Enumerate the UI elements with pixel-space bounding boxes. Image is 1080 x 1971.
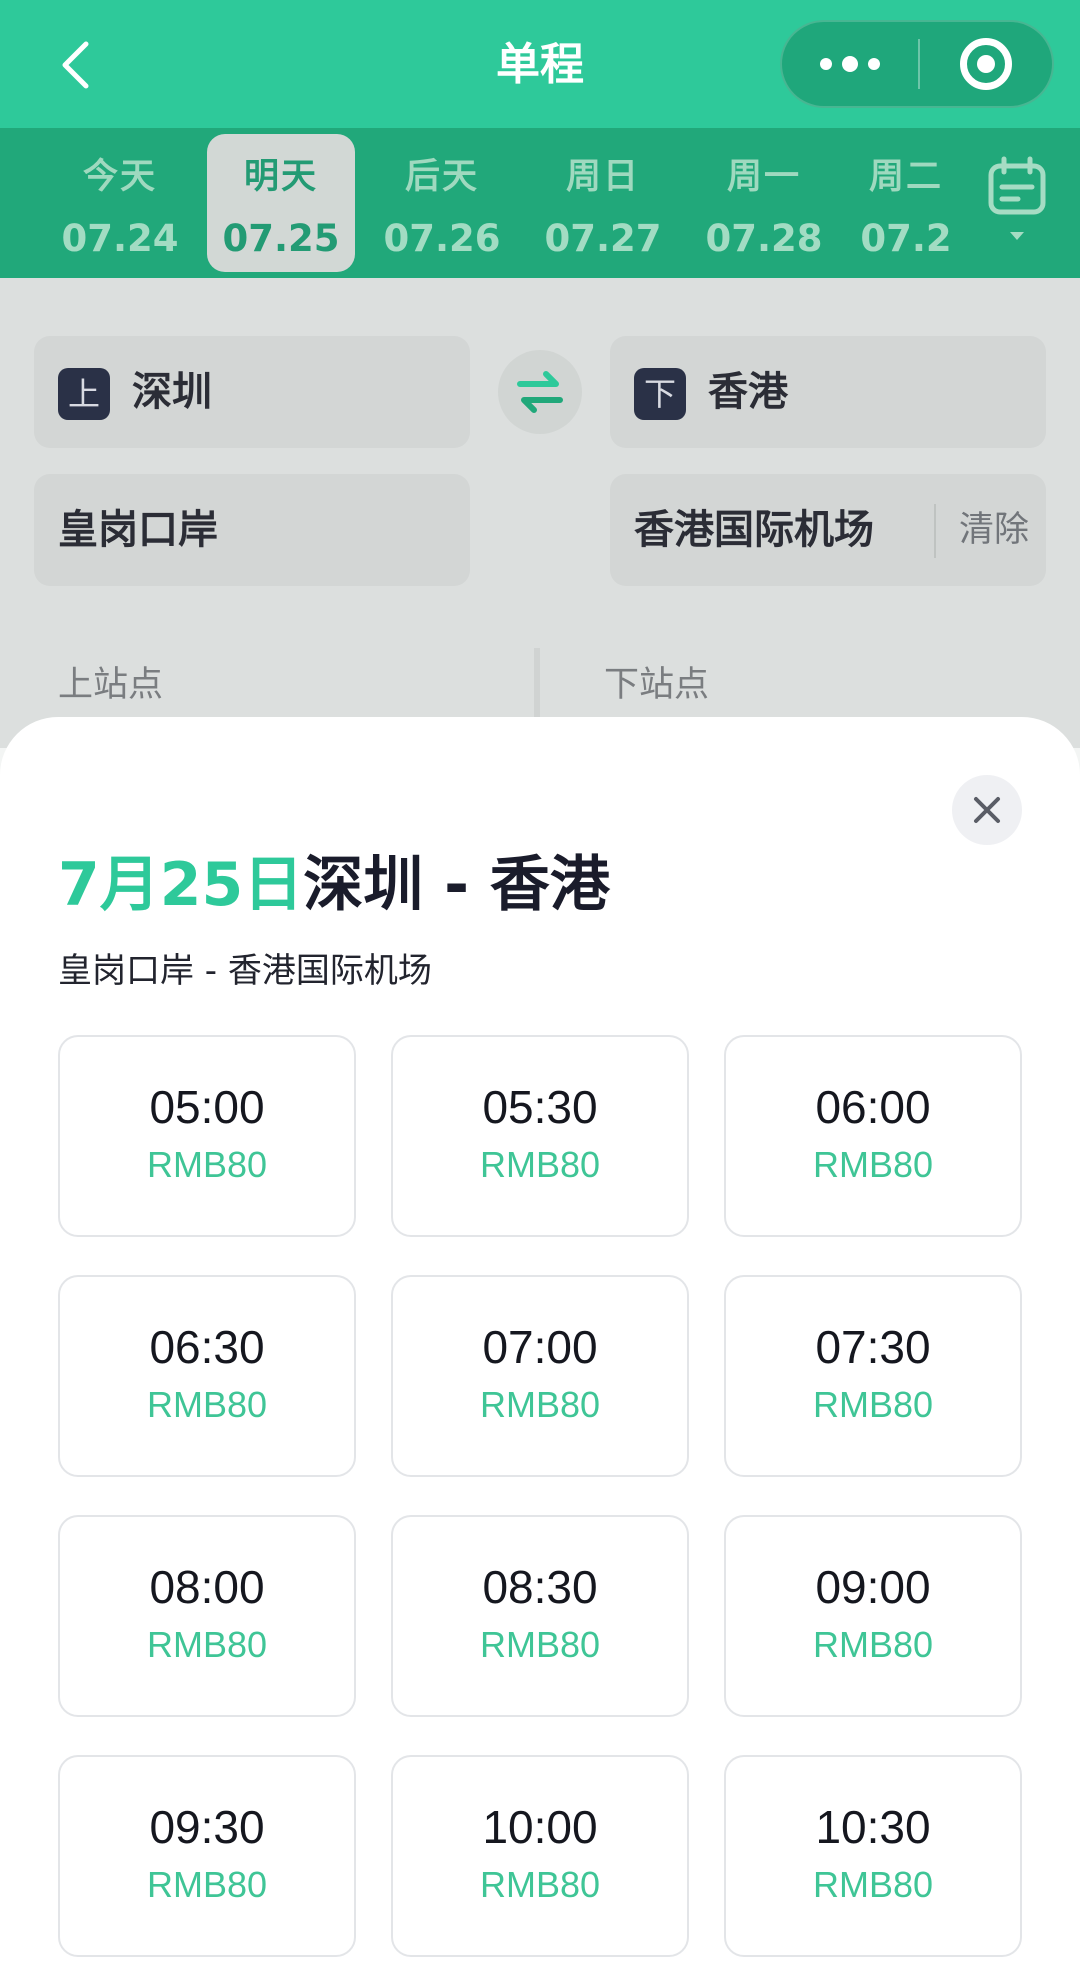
time-slot[interactable]: 06:00 RMB80 xyxy=(724,1035,1022,1237)
miniprogram-capsule xyxy=(780,20,1054,108)
slot-price: RMB80 xyxy=(479,1624,601,1665)
slot-time: 08:00 xyxy=(149,1561,265,1613)
clear-button[interactable]: 清除 xyxy=(946,474,1042,586)
close-icon xyxy=(974,797,1000,823)
sheet-subtitle: 皇岗口岸 - 香港国际机场 xyxy=(58,951,432,991)
date-tab[interactable]: 周日 07.27 xyxy=(529,134,677,272)
departure-station: 皇岗口岸 xyxy=(58,507,218,553)
sheet-close-button[interactable] xyxy=(952,775,1022,845)
slot-time: 05:00 xyxy=(149,1081,265,1133)
slot-price: RMB80 xyxy=(146,1864,268,1905)
time-slot[interactable]: 09:30 RMB80 xyxy=(58,1755,356,1957)
slot-time: 05:30 xyxy=(482,1081,598,1133)
slot-time: 08:30 xyxy=(482,1561,598,1613)
sheet-date: 7月25日 xyxy=(58,850,304,920)
date-tab-date: 07.24 xyxy=(61,217,179,260)
alighting-stop-label: 下站点 xyxy=(604,665,710,705)
slot-price: RMB80 xyxy=(479,1384,601,1425)
slot-price: RMB80 xyxy=(146,1144,268,1185)
slot-time: 09:00 xyxy=(815,1561,931,1613)
slot-price: RMB80 xyxy=(812,1864,934,1905)
target-icon xyxy=(960,38,1012,90)
date-tab-day: 周一 xyxy=(726,157,801,197)
date-tab-date: 07.27 xyxy=(544,217,662,260)
time-slot-sheet: 7月25日深圳 - 香港 皇岗口岸 - 香港国际机场 05:00 RMB80 05… xyxy=(0,717,1080,1971)
date-tab-selected[interactable]: 明天 07.25 xyxy=(207,134,355,272)
chevron-left-icon xyxy=(62,41,89,89)
arrival-tag: 下 xyxy=(634,368,686,420)
back-button[interactable] xyxy=(40,30,110,100)
more-icon xyxy=(820,58,832,70)
more-button[interactable] xyxy=(782,22,918,106)
more-icon-dot xyxy=(868,58,880,70)
route-form: 上 深圳 下 香港 皇岗口岸 香港国际机场 清除 上站点 下站点 xyxy=(0,278,1080,748)
arrival-city: 香港 xyxy=(708,369,788,415)
arrival-station: 香港国际机场 xyxy=(634,507,874,553)
close-miniprogram-button[interactable] xyxy=(920,22,1052,106)
slot-time: 07:00 xyxy=(482,1321,598,1373)
arrival-station-field[interactable]: 香港国际机场 清除 xyxy=(610,474,1046,586)
time-slot[interactable]: 10:00 RMB80 xyxy=(391,1755,689,1957)
calendar-icon xyxy=(988,156,1046,240)
time-slot[interactable]: 06:30 RMB80 xyxy=(58,1275,356,1477)
time-slot[interactable]: 05:30 RMB80 xyxy=(391,1035,689,1237)
departure-station-field[interactable]: 皇岗口岸 xyxy=(34,474,470,586)
slot-time: 10:00 xyxy=(482,1801,598,1853)
more-icon-dot xyxy=(842,56,858,72)
slot-price: RMB80 xyxy=(479,1864,601,1905)
nav-header: 单程 xyxy=(0,0,1080,128)
slot-time: 10:30 xyxy=(815,1801,931,1853)
clear-divider xyxy=(934,504,936,558)
date-tab-date: 07.2 xyxy=(860,217,952,260)
departure-tag: 上 xyxy=(58,368,110,420)
date-tab-date: 07.26 xyxy=(383,217,501,260)
date-selector: 今天 07.24 明天 07.25 后天 07.26 周日 07.27 周一 0… xyxy=(0,128,1080,278)
time-slot[interactable]: 09:00 RMB80 xyxy=(724,1515,1022,1717)
date-tab-day: 今天 xyxy=(82,157,157,197)
date-tab[interactable]: 周二 07.2 xyxy=(851,134,961,272)
slot-time: 06:30 xyxy=(149,1321,265,1373)
time-slot[interactable]: 07:00 RMB80 xyxy=(391,1275,689,1477)
time-slot[interactable]: 07:30 RMB80 xyxy=(724,1275,1022,1477)
slot-price: RMB80 xyxy=(812,1144,934,1185)
date-tab-day: 周日 xyxy=(565,157,640,197)
slot-time: 06:00 xyxy=(815,1081,931,1133)
boarding-stop-label: 上站点 xyxy=(58,665,164,705)
date-tab[interactable]: 后天 07.26 xyxy=(368,134,516,272)
departure-city: 深圳 xyxy=(132,369,212,415)
date-tab[interactable]: 今天 07.24 xyxy=(46,134,194,272)
slot-time: 07:30 xyxy=(815,1321,931,1373)
slot-price: RMB80 xyxy=(146,1624,268,1665)
arrival-city-field[interactable]: 下 香港 xyxy=(610,336,1046,448)
departure-city-field[interactable]: 上 深圳 xyxy=(34,336,470,448)
sheet-title: 7月25日深圳 - 香港 xyxy=(58,845,610,925)
swap-button[interactable] xyxy=(498,350,582,434)
sheet-route: 深圳 - 香港 xyxy=(303,850,610,920)
time-slot[interactable]: 10:30 RMB80 xyxy=(724,1755,1022,1957)
date-tab-date: 07.28 xyxy=(705,217,823,260)
date-tab-day: 后天 xyxy=(404,157,479,197)
slot-price: RMB80 xyxy=(479,1144,601,1185)
time-slot[interactable]: 05:00 RMB80 xyxy=(58,1035,356,1237)
calendar-button[interactable] xyxy=(982,156,1052,252)
slot-price: RMB80 xyxy=(146,1384,268,1425)
swap-icon xyxy=(517,371,563,413)
time-slot-grid: 05:00 RMB80 05:30 RMB80 06:00 RMB80 06:30 RM… xyxy=(58,1035,1022,1957)
date-tab-date: 07.25 xyxy=(222,217,340,260)
date-tab[interactable]: 周一 07.28 xyxy=(690,134,838,272)
slot-time: 09:30 xyxy=(149,1801,265,1853)
date-tab-day: 明天 xyxy=(243,157,318,197)
time-slot[interactable]: 08:00 RMB80 xyxy=(58,1515,356,1717)
time-slot[interactable]: 08:30 RMB80 xyxy=(391,1515,689,1717)
date-tab-day: 周二 xyxy=(868,157,943,197)
slot-price: RMB80 xyxy=(812,1624,934,1665)
slot-price: RMB80 xyxy=(812,1384,934,1425)
